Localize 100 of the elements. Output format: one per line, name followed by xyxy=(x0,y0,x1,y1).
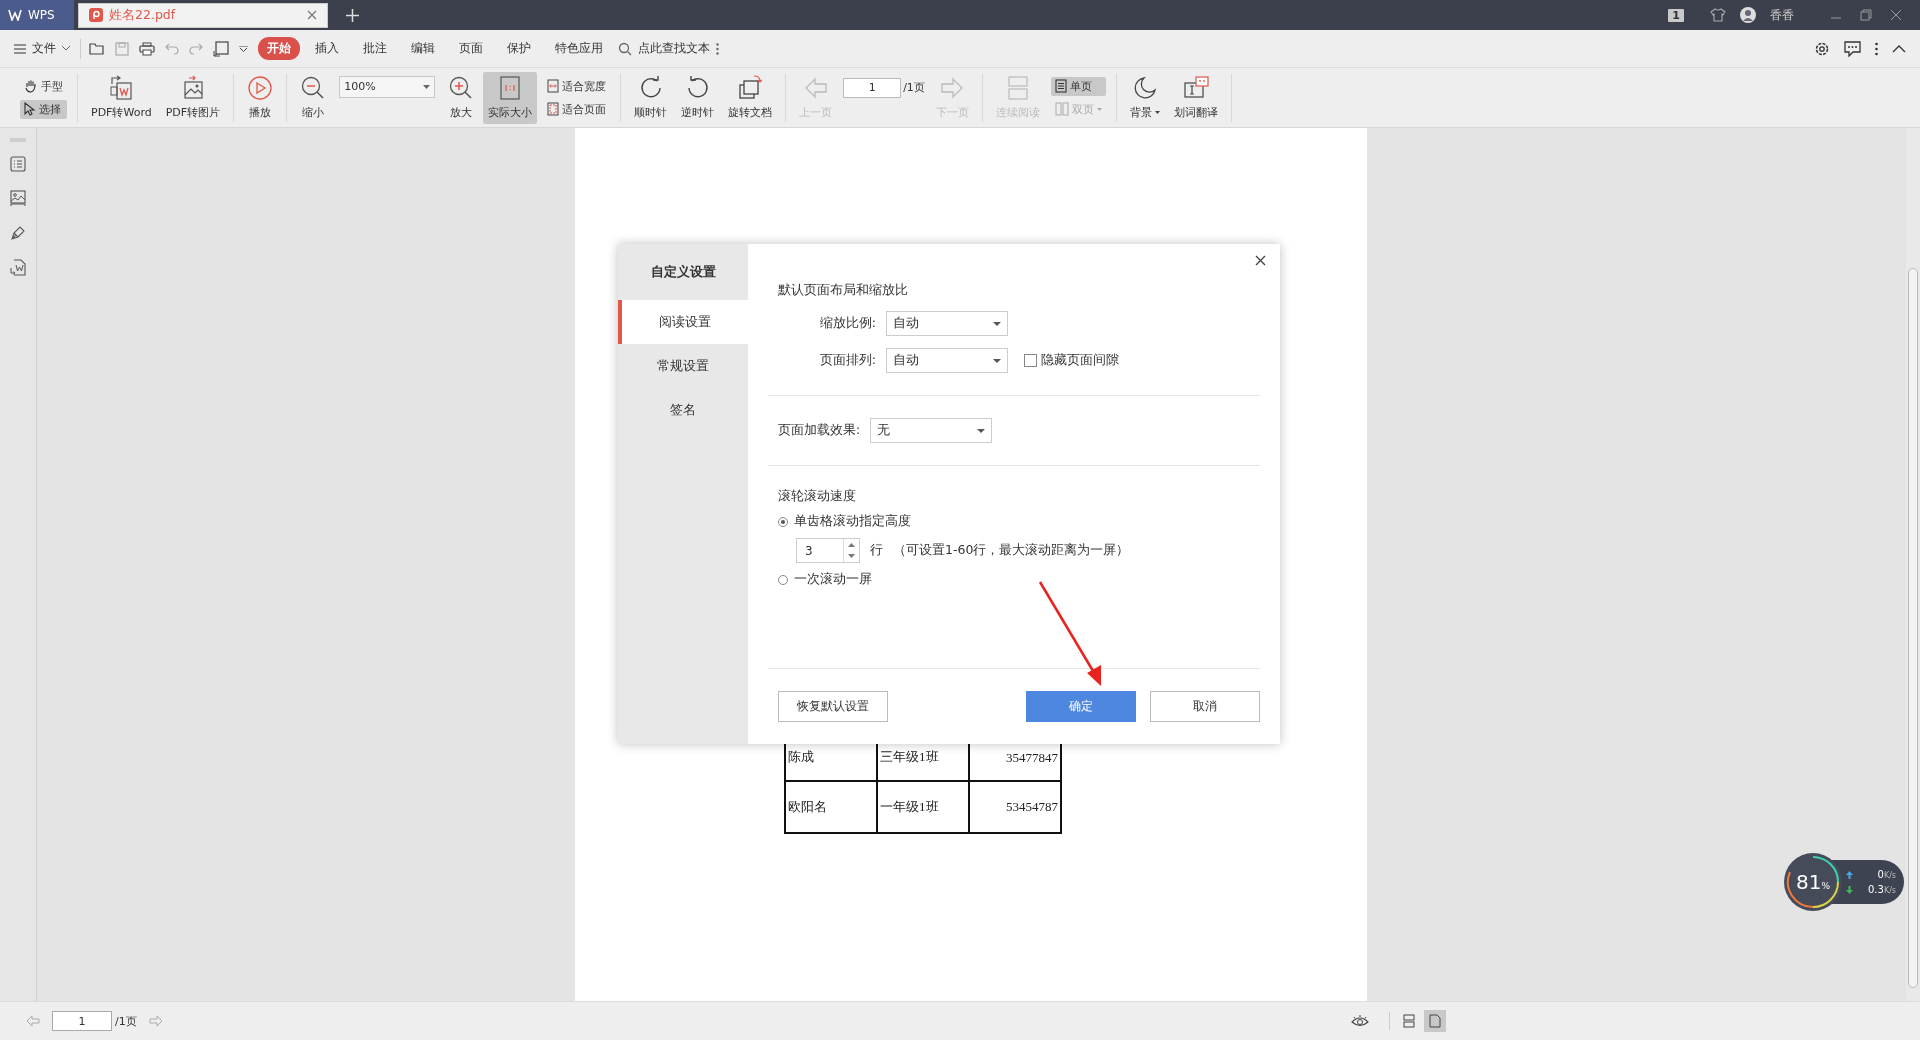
fit-page-button[interactable]: 适合页面 xyxy=(543,99,611,119)
dialog-title: 自定义设置 xyxy=(649,263,717,281)
checkbox[interactable] xyxy=(1024,354,1037,367)
comment-icon[interactable] xyxy=(1844,40,1861,57)
file-menu[interactable]: 文件 xyxy=(14,40,70,57)
cursor-icon xyxy=(24,102,36,116)
more-icon[interactable] xyxy=(1875,41,1878,56)
load-effect-dropdown[interactable]: 无 xyxy=(870,418,993,443)
play-button[interactable]: 播放 xyxy=(242,71,279,124)
table-cell: 欧阳名 xyxy=(785,781,877,833)
translate-icon xyxy=(1181,75,1210,101)
pen-icon[interactable] xyxy=(10,225,26,241)
select-tool-button[interactable]: 选择 xyxy=(20,99,67,119)
dropdown-icon[interactable] xyxy=(239,45,248,52)
settings-nav-item[interactable]: 阅读设置 xyxy=(618,300,748,344)
page-icon xyxy=(1054,79,1067,93)
cancel-button[interactable]: 取消 xyxy=(1150,691,1260,722)
rotate-document-button[interactable]: 旋转文档 xyxy=(723,71,778,124)
window-count-badge[interactable]: 1 xyxy=(1668,8,1684,22)
pdf-to-word-button[interactable]: PDF转Word xyxy=(86,71,157,124)
rotate-clockwise-button[interactable]: 顺时针 xyxy=(629,71,673,124)
download-speed: 0.3K/s xyxy=(1868,884,1896,895)
ribbon-tab[interactable]: 保护 xyxy=(498,37,540,60)
single-page-button[interactable]: 单页 xyxy=(1050,76,1106,96)
down-caret-icon[interactable] xyxy=(848,554,855,559)
page-arrangement-dropdown[interactable]: 自动 xyxy=(886,348,1008,373)
settings-icon[interactable] xyxy=(1814,40,1830,57)
print-icon[interactable] xyxy=(139,41,155,56)
caret-icon xyxy=(993,358,1001,363)
home-tab[interactable]: WPS xyxy=(0,0,74,30)
table-cell: 一年级1班 xyxy=(877,781,969,833)
caret-icon xyxy=(1096,107,1102,111)
download-arrow-icon xyxy=(1846,885,1853,894)
new-tab-icon[interactable] xyxy=(346,8,359,22)
field-label: 页面加载效果: xyxy=(778,422,861,439)
image-icon[interactable] xyxy=(10,190,26,207)
find-text-field[interactable]: 点此查找文本 xyxy=(638,40,710,57)
settings-nav-item[interactable]: 常规设置 xyxy=(618,344,748,388)
word-document-icon[interactable] xyxy=(10,259,26,276)
ribbon-tab[interactable]: 开始 xyxy=(258,37,300,60)
actual-size-button[interactable]: 实际大小 xyxy=(483,71,538,124)
caret-icon xyxy=(993,321,1001,326)
outline-icon[interactable] xyxy=(10,156,26,172)
ribbon-tab[interactable]: 特色应用 xyxy=(546,37,612,60)
page-total: /1页 xyxy=(903,80,925,95)
page-total: /1页 xyxy=(115,1013,137,1029)
scrollbar-thumb[interactable] xyxy=(1908,268,1918,988)
ribbon-tab[interactable]: 页面 xyxy=(450,37,492,60)
memory-percent: 81% xyxy=(1796,870,1830,894)
lines-spinner[interactable]: 3 xyxy=(796,538,860,563)
pdf-to-image-button[interactable]: PDF转图片 xyxy=(160,71,226,124)
word-translate-button[interactable]: 划词翻译 xyxy=(1168,71,1223,124)
open-folder-icon[interactable] xyxy=(89,41,105,56)
up-caret-icon[interactable] xyxy=(848,542,855,547)
page-icon xyxy=(1429,1014,1441,1028)
rotate-counterclockwise-button[interactable]: 逆时针 xyxy=(676,71,720,124)
ribbon-tab[interactable]: 编辑 xyxy=(402,37,444,60)
logo-icon xyxy=(8,9,22,21)
stacked-pages-icon xyxy=(1006,75,1029,101)
more-icon[interactable] xyxy=(716,42,719,55)
page-number-field[interactable]: 1 xyxy=(843,77,902,98)
actual-size-icon xyxy=(499,75,522,101)
export-icon[interactable] xyxy=(213,40,229,57)
radio-label: 单齿格滚动指定高度 xyxy=(794,513,911,530)
shirt-icon[interactable] xyxy=(1710,8,1726,22)
background-button[interactable]: 背景 xyxy=(1124,71,1165,124)
caret-icon xyxy=(977,428,986,433)
ok-button[interactable]: 确定 xyxy=(1026,691,1136,722)
upload-speed: 0K/s xyxy=(1877,869,1896,880)
pdf-file-icon xyxy=(89,8,103,22)
search-icon xyxy=(618,41,632,56)
collapse-icon[interactable] xyxy=(1892,44,1906,53)
settings-nav-item[interactable]: 签名 xyxy=(618,388,748,432)
zoom-in-button[interactable]: 放大 xyxy=(443,71,480,124)
section-heading: 滚轮滚动速度 xyxy=(778,488,857,505)
caret-icon xyxy=(62,46,70,51)
section-heading: 默认页面布局和缩放比 xyxy=(778,282,909,299)
fit-page-icon xyxy=(547,102,560,116)
table-cell: 53454787 xyxy=(969,781,1061,833)
checkbox-label: 隐藏页面间隙 xyxy=(1041,352,1119,369)
ribbon-tab[interactable]: 插入 xyxy=(306,37,348,60)
hand-tool-button[interactable]: 手型 xyxy=(20,76,67,96)
zoom-dropdown[interactable]: 100% xyxy=(339,75,436,98)
ribbon-tab[interactable]: 批注 xyxy=(354,37,396,60)
avatar-icon[interactable] xyxy=(1740,7,1756,23)
zoom-out-button[interactable]: 缩小 xyxy=(295,71,332,124)
restore-defaults-button[interactable]: 恢复默认设置 xyxy=(778,691,888,722)
hand-icon xyxy=(24,79,38,93)
close-icon[interactable] xyxy=(1255,255,1266,266)
restore-icon[interactable] xyxy=(1860,9,1872,21)
document-convert-icon xyxy=(108,75,135,101)
page-number-field[interactable]: 1 xyxy=(52,1011,112,1031)
fit-width-button[interactable]: 适合宽度 xyxy=(543,76,611,96)
zoom-ratio-dropdown[interactable]: 自动 xyxy=(886,311,1008,336)
fit-width-icon xyxy=(547,79,560,93)
user-name[interactable]: 香香 xyxy=(1770,6,1794,24)
radio-label: 一次滚动一屏 xyxy=(794,571,872,588)
two-pages-icon xyxy=(1054,102,1069,116)
eye-icon[interactable] xyxy=(1351,1014,1369,1028)
field-label: 页面排列: xyxy=(818,352,876,369)
